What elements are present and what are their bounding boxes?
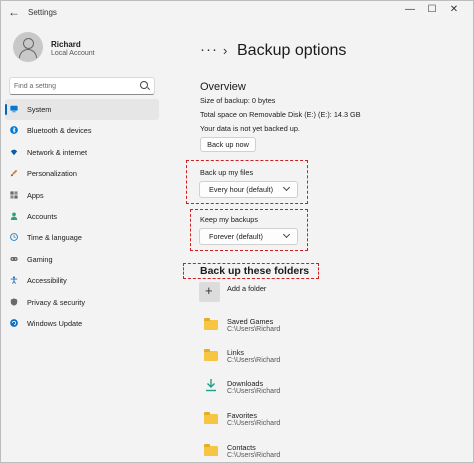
apps-icon — [10, 190, 18, 199]
minimize-button[interactable]: — — [402, 4, 418, 18]
sidebar-item-label: Privacy & security — [27, 297, 85, 307]
keep-backups-dropdown[interactable]: Forever (default) — [199, 228, 298, 245]
sidebar-item-label: Bluetooth & devices — [27, 126, 92, 136]
sidebar-item-gaming[interactable]: Gaming — [5, 249, 159, 270]
close-button[interactable]: ✕ — [446, 4, 462, 18]
search-icon[interactable] — [140, 81, 148, 89]
sidebar-item-label: Time & language — [27, 233, 82, 243]
backup-files-label: Back up my files — [200, 168, 254, 177]
sidebar-item-personalization[interactable]: Personalization — [5, 163, 159, 184]
folder-icon — [204, 444, 218, 456]
sidebar-item-label: Network & internet — [27, 147, 88, 157]
settings-window: ← Settings — ☐ ✕ Richard Local Account S… — [0, 0, 474, 463]
folder-icon — [204, 412, 218, 424]
sidebar-item-time-language[interactable]: Time & language — [5, 227, 159, 248]
folder-path: C:\Users\Richard — [227, 388, 281, 395]
sidebar-item-label: Accessibility — [27, 276, 67, 286]
person-icon — [10, 212, 18, 220]
folder-name: Downloads — [227, 379, 264, 388]
sidebar-item-privacy-security[interactable]: Privacy & security — [5, 292, 159, 313]
add-folder-label[interactable]: Add a folder — [227, 284, 266, 293]
folder-name: Contacts — [227, 443, 256, 452]
folder-row-saved-games[interactable]: Saved Games C:\Users\Richard — [200, 313, 460, 343]
sidebar-item-label: Apps — [27, 190, 44, 200]
folder-name: Saved Games — [227, 317, 274, 326]
folder-icon — [204, 318, 218, 330]
maximize-button[interactable]: ☐ — [424, 4, 440, 18]
globe-clock-icon — [10, 233, 18, 242]
breadcrumb-more-button[interactable]: ··· — [200, 41, 218, 58]
sidebar-item-accounts[interactable]: Accounts — [5, 206, 159, 227]
chevron-down-icon — [282, 183, 291, 192]
sidebar-item-windows-update[interactable]: Windows Update — [5, 313, 159, 334]
chevron-down-icon — [282, 230, 291, 239]
page-title: Backup options — [237, 42, 347, 59]
update-icon — [10, 319, 18, 327]
folder-name: Links — [227, 348, 245, 357]
person-icon[interactable] — [13, 32, 43, 62]
backup-size: Size of backup: 0 bytes — [200, 96, 276, 105]
folder-icon — [204, 349, 218, 361]
folder-row-downloads[interactable]: Downloads C:\Users\Richard — [200, 375, 460, 405]
plus-icon: + — [205, 283, 213, 298]
back-up-now-button[interactable]: Back up now — [200, 137, 256, 152]
user-name: Richard — [51, 40, 81, 49]
sidebar-item-accessibility[interactable]: Accessibility — [5, 270, 159, 291]
title-bar: ← Settings — ☐ ✕ — [1, 1, 473, 25]
sidebar-item-bluetooth[interactable]: Bluetooth & devices — [5, 120, 159, 141]
back-arrow-icon[interactable]: ← — [8, 5, 20, 19]
controller-icon — [10, 256, 18, 261]
wifi-icon — [10, 149, 18, 155]
sidebar-item-apps[interactable]: Apps — [5, 185, 159, 206]
sidebar-item-label: Accounts — [27, 211, 58, 221]
sidebar-nav: System Bluetooth & devices Network & int… — [5, 99, 159, 334]
account-type: Local Account — [51, 50, 95, 57]
keep-backups-value: Forever (default) — [209, 232, 263, 241]
backup-frequency-dropdown[interactable]: Every hour (default) — [199, 181, 298, 198]
search-input[interactable] — [14, 80, 134, 92]
app-title: Settings — [28, 8, 57, 17]
download-icon — [206, 379, 216, 392]
brush-icon — [10, 169, 18, 177]
folder-row-contacts[interactable]: Contacts C:\Users\Richard — [200, 439, 460, 462]
accessibility-icon — [10, 276, 18, 284]
overview-heading: Overview — [200, 81, 246, 93]
search-box — [9, 77, 155, 95]
sidebar-item-label: System — [27, 105, 52, 114]
folders-heading: Back up these folders — [200, 265, 310, 277]
chevron-right-icon: › — [223, 43, 228, 58]
sidebar-item-system[interactable]: System — [5, 99, 159, 121]
folder-row-favorites[interactable]: Favorites C:\Users\Richard — [200, 407, 460, 437]
backup-status: Your data is not yet backed up. — [200, 124, 300, 133]
sidebar-item-network[interactable]: Network & internet — [5, 142, 159, 163]
folder-path: C:\Users\Richard — [227, 452, 281, 459]
add-folder-button[interactable]: + — [199, 282, 220, 302]
folder-path: C:\Users\Richard — [227, 420, 281, 427]
shield-icon — [10, 297, 18, 306]
sidebar-item-label: Gaming — [27, 254, 53, 264]
keep-backups-label: Keep my backups — [200, 215, 259, 224]
bluetooth-icon — [10, 126, 18, 135]
sidebar-item-label: Personalization — [27, 169, 77, 179]
backup-frequency-value: Every hour (default) — [209, 185, 274, 194]
folder-name: Favorites — [227, 411, 258, 420]
folder-path: C:\Users\Richard — [227, 357, 281, 364]
sidebar-item-label: Windows Update — [27, 318, 83, 328]
folder-path: C:\Users\Richard — [227, 326, 281, 333]
folder-row-links[interactable]: Links C:\Users\Richard — [200, 344, 460, 374]
monitor-icon — [10, 105, 18, 113]
total-space: Total space on Removable Disk (E:) (E:):… — [200, 110, 361, 119]
